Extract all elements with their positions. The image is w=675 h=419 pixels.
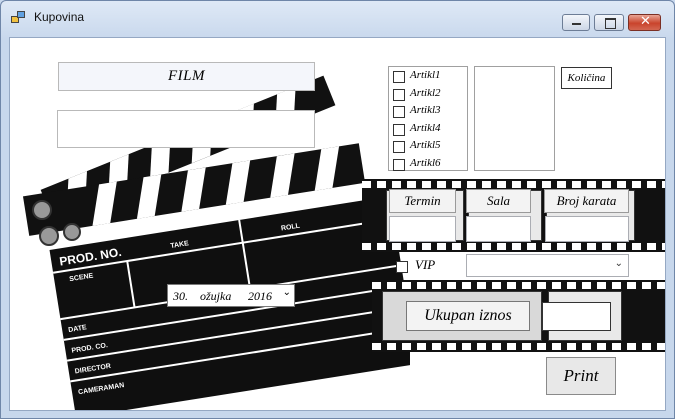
vip-label: VIP (415, 257, 436, 272)
checklist-item[interactable]: Artikl5 (391, 139, 467, 155)
date-dropdown-icon[interactable]: ⌄ (283, 287, 291, 298)
checklist-item[interactable]: Artikl3 (391, 104, 467, 120)
maximize-icon (605, 18, 616, 29)
checklist-item-label: Artikl5 (410, 139, 441, 151)
sala-label: Sala (466, 189, 531, 213)
date-month: ožujka (200, 289, 232, 303)
checklist-checkbox[interactable] (393, 158, 405, 171)
ukupan-iznos-output (542, 302, 611, 331)
form-client-area: PROD. NO. SCENE TAKE ROLL DATE PROD. CO.… (9, 37, 666, 411)
termin-input[interactable] (389, 216, 456, 242)
checklist-item-label: Artikl2 (410, 86, 441, 99)
checklist-item[interactable]: Artikl2 (391, 87, 467, 103)
checklist-item-label: Artikl4 (410, 121, 441, 134)
broj-karata-label: Broj karata (544, 189, 629, 213)
checklist-checkbox[interactable] (393, 71, 405, 83)
checklist-item-label: Artikl6 (410, 156, 441, 169)
close-button[interactable]: ✕ (628, 14, 661, 31)
close-icon: ✕ (640, 14, 651, 29)
checklist-checkbox[interactable] (393, 123, 405, 136)
checklist-checkbox[interactable] (393, 141, 405, 153)
vip-dropdown[interactable]: ⌄ (466, 254, 629, 277)
window-title: Kupovina (34, 10, 85, 24)
checklist-checkbox[interactable] (393, 88, 405, 101)
artikl-checklist: Artikl1 Artikl2 Artikl3 Artikl4 Artikl5 Artik… (388, 66, 468, 171)
kolicina-list[interactable] (474, 66, 555, 171)
sala-input[interactable] (466, 216, 531, 242)
ukupan-iznos-label: Ukupan iznos (406, 301, 530, 331)
chevron-down-icon: ⌄ (614, 258, 623, 269)
date-picker[interactable]: 30. ožujka 2016 ⌄ (167, 284, 295, 307)
minimize-button[interactable] (562, 14, 590, 31)
film-label: FILM (58, 62, 315, 91)
checklist-checkbox[interactable] (393, 106, 405, 118)
date-day: 30. (173, 289, 188, 303)
film-label-text: FILM (168, 68, 205, 84)
termin-label-text: Termin (404, 193, 441, 208)
minimize-icon (572, 23, 581, 25)
print-button-label: Print (563, 366, 599, 385)
termin-label: Termin (389, 189, 456, 213)
print-button[interactable]: Print (546, 357, 616, 395)
broj-karata-label-text: Broj karata (556, 193, 617, 208)
kolicina-label: Količina (561, 67, 612, 89)
app-icon (11, 11, 25, 23)
title-bar: Kupovina ✕ (1, 1, 674, 31)
ukupan-iznos-label-text: Ukupan iznos (424, 307, 512, 324)
checklist-item[interactable]: Artikl1 (391, 69, 467, 85)
vip-checkbox[interactable] (396, 261, 408, 273)
maximize-button[interactable] (594, 14, 624, 31)
window: Kupovina ✕ PROD. NO. SCENE TAKE ROLL DAT… (0, 0, 675, 419)
kolicina-label-text: Količina (567, 72, 606, 84)
checklist-item[interactable]: Artikl6 (391, 157, 467, 173)
sala-label-text: Sala (486, 193, 511, 208)
checklist-item-label: Artikl1 (410, 69, 441, 81)
clapperboard-illustration: PROD. NO. SCENE TAKE ROLL DATE PROD. CO.… (22, 75, 410, 410)
broj-karata-input[interactable] (545, 216, 629, 242)
film-input[interactable] (57, 110, 315, 148)
checklist-item-label: Artikl3 (410, 104, 441, 116)
date-year: 2016 (248, 289, 272, 303)
checklist-item[interactable]: Artikl4 (391, 122, 467, 138)
